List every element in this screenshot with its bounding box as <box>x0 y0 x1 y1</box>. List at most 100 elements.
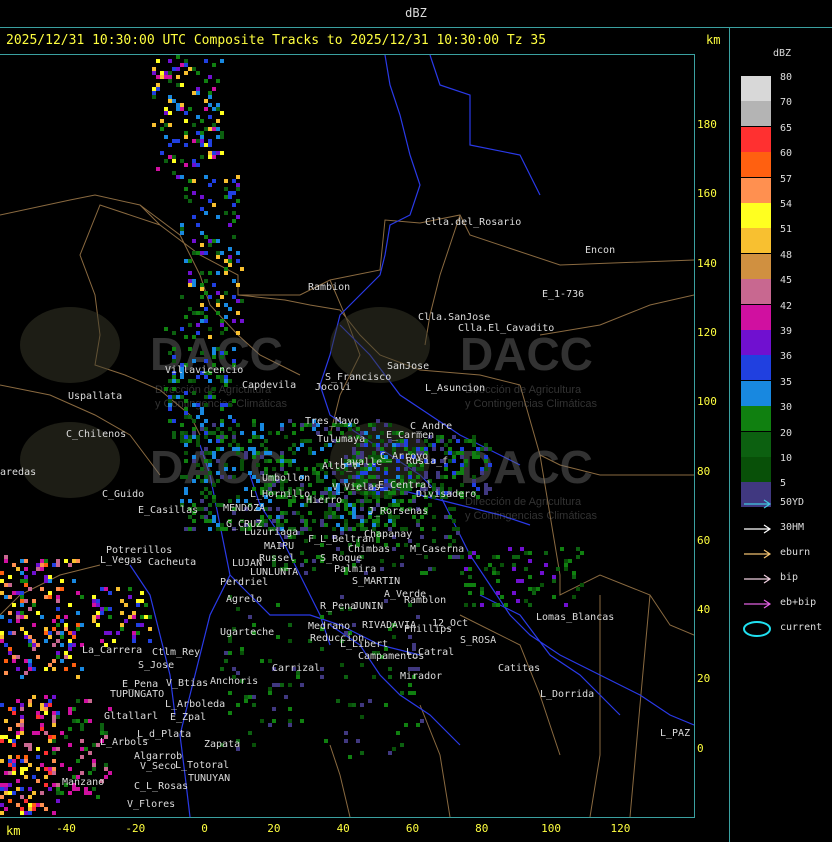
echo-pixel <box>224 267 228 271</box>
echo-pixel <box>392 523 396 527</box>
echo-pixel <box>464 567 468 571</box>
echo-pixel <box>228 415 232 419</box>
echo-pixel <box>184 315 188 319</box>
echo-pixel <box>188 107 192 111</box>
echo-pixel <box>572 595 576 599</box>
echo-pixel <box>496 591 500 595</box>
echo-pixel <box>52 811 56 815</box>
echo-pixel <box>20 719 24 723</box>
echo-pixel <box>272 519 276 523</box>
echo-pixel <box>564 567 568 571</box>
echo-pixel <box>44 579 48 583</box>
echo-pixel <box>208 151 212 155</box>
echo-pixel <box>168 395 172 399</box>
echo-pixel <box>12 563 16 567</box>
echo-pixel <box>192 435 196 439</box>
echo-pixel <box>200 303 204 307</box>
echo-pixel <box>360 451 364 455</box>
echo-pixel <box>572 571 576 575</box>
echo-pixel <box>476 455 480 459</box>
echo-pixel <box>220 295 224 299</box>
echo-pixel <box>368 435 372 439</box>
echo-pixel <box>472 443 476 447</box>
echo-pixel <box>360 507 364 511</box>
echo-pixel <box>236 451 240 455</box>
echo-pixel <box>20 703 24 707</box>
echo-pixel <box>220 523 224 527</box>
echo-pixel <box>184 163 188 167</box>
echo-pixel <box>380 559 384 563</box>
echo-pixel <box>396 543 400 547</box>
echo-pixel <box>460 463 464 467</box>
echo-pixel <box>52 619 56 623</box>
echo-pixel <box>208 91 212 95</box>
echo-pixel <box>452 539 456 543</box>
echo-pixel <box>24 615 28 619</box>
echo-pixel <box>36 767 40 771</box>
echo-pixel <box>56 783 60 787</box>
echo-pixel <box>208 451 212 455</box>
echo-pixel <box>208 115 212 119</box>
echo-pixel <box>168 75 172 79</box>
echo-pixel <box>28 787 32 791</box>
echo-pixel <box>68 639 72 643</box>
radar-map[interactable]: DACC Dirección de Agricultura y Continge… <box>0 54 695 818</box>
echo-pixel <box>284 695 288 699</box>
y-tick-label: 100 <box>697 395 717 409</box>
echo-pixel <box>300 423 304 427</box>
echo-pixel <box>172 67 176 71</box>
echo-pixel <box>212 107 216 111</box>
echo-pixel <box>56 615 60 619</box>
echo-pixel <box>172 379 176 383</box>
echo-pixel <box>80 747 84 751</box>
echo-pixel <box>156 87 160 91</box>
echo-pixel <box>400 443 404 447</box>
echo-pixel <box>204 143 208 147</box>
echo-pixel <box>204 451 208 455</box>
echo-pixel <box>568 559 572 563</box>
echo-pixel <box>60 631 64 635</box>
echo-pixel <box>276 431 280 435</box>
echo-pixel <box>44 707 48 711</box>
echo-pixel <box>80 723 84 727</box>
echo-pixel <box>296 447 300 451</box>
place-label: Russel <box>259 553 295 564</box>
echo-pixel <box>264 459 268 463</box>
echo-pixel <box>496 555 500 559</box>
echo-pixel <box>32 775 36 779</box>
echo-pixel <box>240 463 244 467</box>
echo-pixel <box>216 447 220 451</box>
echo-pixel <box>248 615 252 619</box>
echo-pixel <box>24 767 28 771</box>
km-unit-label-bottom: km <box>6 824 21 838</box>
echo-pixel <box>96 615 100 619</box>
echo-pixel <box>36 567 40 571</box>
echo-pixel <box>180 327 184 331</box>
echo-pixel <box>372 423 376 427</box>
echo-pixel <box>448 507 452 511</box>
echo-pixel <box>208 431 212 435</box>
echo-pixel <box>204 487 208 491</box>
echo-pixel <box>200 139 204 143</box>
echo-pixel <box>208 75 212 79</box>
echo-pixel <box>204 79 208 83</box>
echo-pixel <box>128 587 132 591</box>
echo-pixel <box>216 479 220 483</box>
echo-pixel <box>412 467 416 471</box>
echo-pixel <box>228 691 232 695</box>
echo-pixel <box>32 643 36 647</box>
echo-pixel <box>52 627 56 631</box>
echo-pixel <box>264 447 268 451</box>
echo-pixel <box>488 463 492 467</box>
echo-pixel <box>216 503 220 507</box>
echo-pixel <box>180 431 184 435</box>
echo-pixel <box>60 643 64 647</box>
echo-pixel <box>220 323 224 327</box>
echo-pixel <box>92 743 96 747</box>
echo-pixel <box>520 547 524 551</box>
echo-pixel <box>472 583 476 587</box>
echo-pixel <box>496 571 500 575</box>
echo-pixel <box>424 555 428 559</box>
place-label: Palmira <box>334 564 376 575</box>
echo-pixel <box>280 455 284 459</box>
